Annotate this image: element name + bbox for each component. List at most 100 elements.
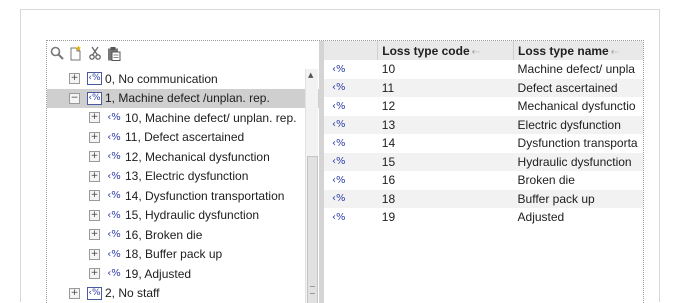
table-row[interactable]: ‹%10Machine defect/ unpla: [324, 60, 644, 79]
expand-icon[interactable]: +: [89, 132, 100, 143]
tree-node-label: 10, Machine defect/ unplan. rep.: [125, 111, 296, 125]
loss-type-code-cell: 10: [378, 60, 514, 79]
loss-type-name-cell: Mechanical dysfunctio: [514, 97, 644, 116]
loss-type-tree: +‹%0, No communication−‹%1, Machine defe…: [47, 69, 305, 303]
loss-type-name-cell: Defect ascertained: [514, 79, 644, 98]
loss-type-code-cell: 14: [378, 134, 514, 153]
tree-node[interactable]: + ‹%0, No communication: [47, 69, 305, 89]
tree-node[interactable]: + ‹% 18, Buffer pack up: [47, 245, 305, 265]
table-row[interactable]: ‹%16Broken die: [324, 171, 644, 190]
loss-type-name-cell: Machine defect/ unpla: [514, 60, 644, 79]
loss-type-grid: Loss type code⇠ Loss type name⇠ ‹%10Mach…: [324, 41, 644, 303]
loss-type-name-cell: Buffer pack up: [514, 190, 644, 209]
tree-node[interactable]: + ‹% 13, Electric dysfunction: [47, 167, 305, 187]
tree-node-label: 12, Mechanical dysfunction: [125, 150, 270, 164]
loss-type-icon: ‹%: [87, 287, 102, 300]
tree-node-label: 11, Defect ascertained: [125, 130, 244, 144]
expand-icon[interactable]: +: [89, 151, 100, 162]
column-header-loss-type-code[interactable]: Loss type code⇠: [378, 41, 514, 60]
paste-icon[interactable]: [106, 45, 122, 61]
expand-icon[interactable]: +: [89, 229, 100, 240]
loss-type-code-cell: 18: [378, 190, 514, 209]
tree-scrollbar[interactable]: ▲: [305, 69, 318, 303]
tree-node-label: 18, Buffer pack up: [125, 247, 222, 261]
table-row[interactable]: ‹%13Electric dysfunction: [324, 116, 644, 135]
thumb-grip: [310, 286, 315, 294]
expand-icon[interactable]: +: [89, 249, 100, 260]
loss-type-icon: ‹%: [324, 79, 378, 98]
loss-type-icon: ‹%: [324, 190, 378, 209]
expand-icon[interactable]: +: [89, 268, 100, 279]
tree-node[interactable]: + ‹%2, No staff: [47, 284, 305, 303]
loss-type-icon: ‹%: [324, 116, 378, 135]
tree-toolbar: [49, 44, 122, 62]
sort-icon[interactable]: ⇠: [611, 47, 619, 58]
tree-node[interactable]: + ‹% 10, Machine defect/ unplan. rep.: [47, 108, 305, 128]
loss-type-icon: ‹%: [107, 132, 121, 143]
sort-icon[interactable]: ⇠: [472, 47, 480, 58]
search-icon[interactable]: [49, 45, 65, 61]
table-row[interactable]: ‹%19Adjusted: [324, 208, 644, 227]
column-header-loss-type-name[interactable]: Loss type name⇠: [514, 41, 644, 60]
tree-node-label: 14, Dysfunction transportation: [125, 189, 284, 203]
tree-node[interactable]: + ‹% 14, Dysfunction transportation: [47, 186, 305, 206]
loss-type-code-cell: 19: [378, 208, 514, 227]
tree-node-label: 2, No staff: [105, 286, 159, 300]
loss-type-icon: ‹%: [107, 171, 121, 182]
tree-node-label: 13, Electric dysfunction: [125, 169, 248, 183]
loss-type-icon: ‹%: [324, 60, 378, 79]
tree-node[interactable]: +‹%12, Mechanical dysfunction: [47, 147, 305, 167]
loss-type-name-cell: Dysfunction transporta: [514, 134, 644, 153]
loss-type-name-cell: Broken die: [514, 171, 644, 190]
loss-type-code-cell: 12: [378, 97, 514, 116]
expand-icon[interactable]: +: [69, 73, 80, 84]
table-body: ‹%10Machine defect/ unpla‹%11Defect asce…: [324, 60, 644, 227]
tree-node-label: 16, Broken die: [125, 228, 202, 242]
table-row[interactable]: ‹%11Defect ascertained: [324, 79, 644, 98]
expand-icon[interactable]: +: [69, 288, 80, 299]
table-row[interactable]: ‹%12Mechanical dysfunctio: [324, 97, 644, 116]
loss-type-icon: ‹%: [87, 92, 102, 105]
column-header-label: Loss type code: [382, 44, 469, 58]
tree-node[interactable]: + ‹% 11, Defect ascertained: [47, 128, 305, 148]
expand-icon[interactable]: +: [89, 190, 100, 201]
tree-node[interactable]: + ‹% 15, Hydraulic dysfunction: [47, 206, 305, 226]
tree-node-label: 15, Hydraulic dysfunction: [125, 208, 259, 222]
loss-type-icon: ‹%: [324, 208, 378, 227]
tree-node[interactable]: + ‹% 16, Broken die: [47, 225, 305, 245]
loss-type-icon: ‹%: [107, 190, 121, 201]
expand-icon[interactable]: +: [89, 171, 100, 182]
loss-type-code-cell: 15: [378, 153, 514, 172]
loss-type-table: Loss type code⇠ Loss type name⇠ ‹%10Mach…: [324, 41, 644, 227]
table-row[interactable]: ‹%15Hydraulic dysfunction: [324, 153, 644, 172]
loss-type-icon: ‹%: [107, 249, 121, 260]
tree-node[interactable]: + ‹% 19, Adjusted: [47, 264, 305, 284]
tree-node-label: 1, Machine defect /unplan. rep.: [105, 91, 270, 105]
collapse-icon[interactable]: −: [69, 93, 80, 104]
loss-type-code-cell: 13: [378, 116, 514, 135]
loss-type-icon: ‹%: [107, 112, 121, 123]
expand-icon[interactable]: +: [89, 112, 100, 123]
loss-type-icon: ‹%: [87, 72, 102, 85]
loss-type-icon: ‹%: [324, 153, 378, 172]
loss-type-icon: ‹%: [107, 210, 121, 221]
add-document-icon[interactable]: [68, 45, 84, 61]
column-header-label: Loss type name: [518, 44, 609, 58]
scroll-up-arrow-icon[interactable]: ▲: [308, 71, 313, 79]
tree-node-label: 19, Adjusted: [125, 267, 191, 281]
table-row[interactable]: ‹%14Dysfunction transporta: [324, 134, 644, 153]
scrollbar-thumb[interactable]: [307, 156, 318, 303]
tree-panel: +‹%0, No communication−‹%1, Machine defe…: [47, 41, 319, 303]
loss-type-icon: ‹%: [107, 229, 121, 240]
loss-type-code-cell: 16: [378, 171, 514, 190]
expand-icon[interactable]: +: [89, 210, 100, 221]
column-header-icon: [324, 41, 378, 60]
loss-type-name-cell: Hydraulic dysfunction: [514, 153, 644, 172]
cut-icon[interactable]: [87, 45, 103, 61]
loss-type-name-cell: Adjusted: [514, 208, 644, 227]
table-row[interactable]: ‹%18Buffer pack up: [324, 190, 644, 209]
loss-type-editor: +‹%0, No communication−‹%1, Machine defe…: [46, 40, 644, 303]
tree-node[interactable]: −‹%1, Machine defect /unplan. rep.: [47, 89, 321, 109]
tree-node-label: 0, No communication: [105, 72, 218, 86]
loss-type-icon: ‹%: [107, 268, 121, 279]
